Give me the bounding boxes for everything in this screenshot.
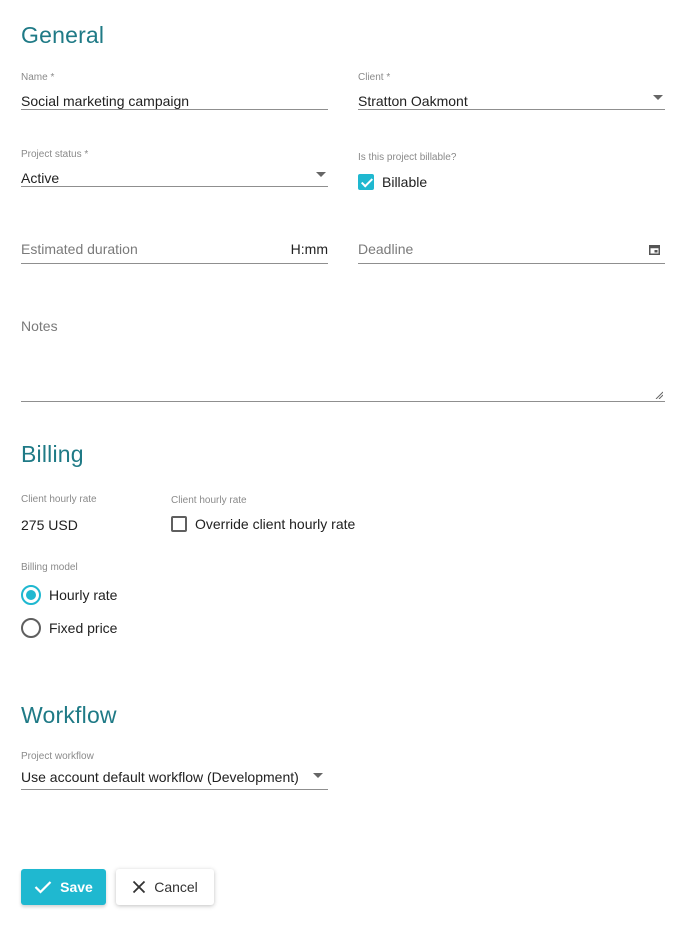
- section-title-general: General: [21, 22, 105, 48]
- calendar-icon[interactable]: [649, 244, 660, 255]
- client-hourly-rate-field: Client hourly rate 275 USD: [21, 494, 161, 534]
- client-underline: [358, 109, 665, 110]
- override-rate-checkbox[interactable]: [171, 516, 187, 532]
- override-rate-field: Client hourly rate: [171, 495, 371, 509]
- notes-textarea[interactable]: Notes: [21, 318, 665, 403]
- radio-fixed-price[interactable]: Fixed price: [21, 618, 117, 638]
- project-status-underline: [21, 186, 328, 187]
- radio-hourly-rate[interactable]: Hourly rate: [21, 585, 117, 605]
- chevron-down-icon[interactable]: [316, 172, 326, 177]
- duration-format-suffix: H:mm: [290, 241, 328, 257]
- deadline-underline: [358, 263, 665, 264]
- deadline-placeholder: Deadline: [358, 241, 414, 257]
- billing-model-label: Billing model: [21, 562, 78, 573]
- estimated-duration-input[interactable]: Estimated duration H:mm: [21, 241, 328, 265]
- hourly-rate-label[interactable]: Hourly rate: [49, 587, 117, 603]
- fixed-price-label[interactable]: Fixed price: [49, 620, 117, 636]
- notes-placeholder: Notes: [21, 318, 58, 334]
- project-status-select[interactable]: Project status * Active: [21, 149, 328, 189]
- cancel-button-label: Cancel: [154, 879, 198, 895]
- close-icon: [133, 880, 146, 894]
- project-workflow-value[interactable]: Use account default workflow (Developmen…: [21, 768, 328, 786]
- radio-button-selected[interactable]: [21, 585, 41, 605]
- section-title-workflow: Workflow: [21, 702, 117, 728]
- client-hourly-rate-value: 275 USD: [21, 517, 78, 533]
- chevron-down-icon[interactable]: [653, 95, 663, 100]
- client-value[interactable]: Stratton Oakmont: [358, 92, 665, 110]
- name-value[interactable]: Social marketing campaign: [21, 92, 328, 110]
- cancel-button[interactable]: Cancel: [116, 869, 214, 905]
- estimated-duration-underline: [21, 263, 328, 264]
- save-button-label: Save: [60, 879, 93, 895]
- billable-option-label[interactable]: Billable: [382, 174, 427, 190]
- radio-button-unselected[interactable]: [21, 618, 41, 638]
- project-status-label: Project status *: [21, 149, 89, 160]
- billing-model-field: Billing model: [21, 562, 221, 576]
- name-field[interactable]: Name * Social marketing campaign: [21, 72, 328, 112]
- client-select[interactable]: Client * Stratton Oakmont: [358, 72, 665, 112]
- override-rate-label: Client hourly rate: [171, 495, 247, 506]
- client-label: Client *: [358, 72, 391, 83]
- project-workflow-label: Project workflow: [21, 751, 94, 762]
- chevron-down-icon[interactable]: [313, 773, 323, 778]
- project-workflow-select[interactable]: Project workflow Use account default wor…: [21, 751, 328, 791]
- section-title-billing: Billing: [21, 441, 84, 467]
- client-hourly-rate-label: Client hourly rate: [21, 494, 97, 505]
- notes-underline: [21, 401, 665, 402]
- billable-field: Is this project billable?: [358, 152, 665, 166]
- check-icon: [34, 881, 52, 894]
- billable-label: Is this project billable?: [358, 152, 457, 163]
- override-rate-option-label[interactable]: Override client hourly rate: [195, 516, 355, 532]
- billable-checkbox[interactable]: [358, 174, 374, 190]
- estimated-duration-placeholder: Estimated duration: [21, 241, 138, 257]
- override-rate-checkbox-row[interactable]: Override client hourly rate: [171, 516, 355, 532]
- name-underline: [21, 109, 328, 110]
- name-label: Name *: [21, 72, 55, 83]
- billable-checkbox-row[interactable]: Billable: [358, 174, 427, 190]
- project-workflow-underline: [21, 789, 328, 790]
- project-status-value[interactable]: Active: [21, 169, 328, 187]
- deadline-input[interactable]: Deadline: [358, 241, 665, 265]
- resize-handle-icon[interactable]: [655, 391, 663, 399]
- save-button[interactable]: Save: [21, 869, 106, 905]
